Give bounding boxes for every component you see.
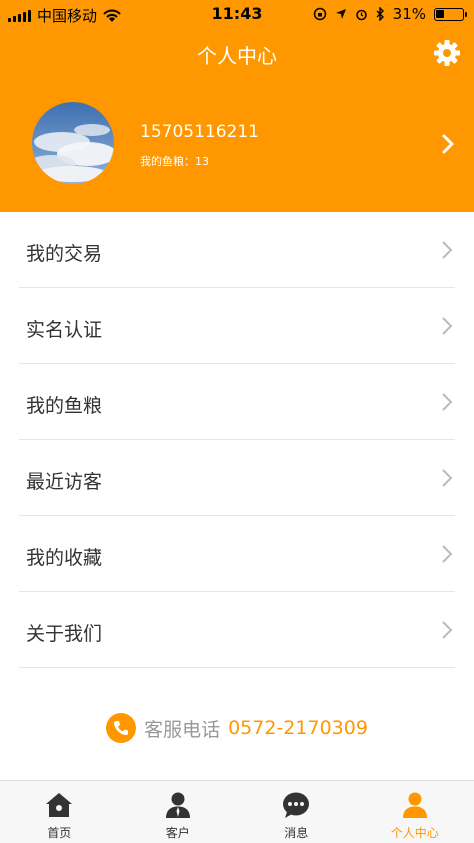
tab-label: 消息 [284,826,309,840]
menu-item-fish-food[interactable]: 我的鱼粮 [19,364,455,440]
alarm-icon [355,9,367,20]
tab-customers[interactable]: 客户 [119,781,238,843]
phone-icon [106,713,137,743]
status-bar: 中国移动 11:43 31% [0,0,474,28]
menu-item-favorites[interactable]: 我的收藏 [19,516,455,592]
chevron-right-icon [442,469,453,487]
profile-header[interactable]: 15705116211 我的鱼粮：13 [0,78,474,212]
message-icon [283,792,310,818]
location-icon [335,9,346,19]
avatar[interactable] [32,102,114,184]
fish-food-count: 我的鱼粮：13 [140,155,209,168]
home-icon [46,793,73,817]
menu-item-about[interactable]: 关于我们 [19,592,455,668]
tab-label: 个人中心 [390,826,439,840]
menu-item-label: 我的鱼粮 [26,395,103,417]
tab-home[interactable]: 首页 [0,781,119,843]
profile-icon [402,792,427,818]
menu-list: 我的交易 实名认证 我的鱼粮 最近访客 我的收藏 关于我们 [0,212,474,668]
menu-item-visitors[interactable]: 最近访客 [19,440,455,516]
menu-item-label: 我的交易 [26,243,103,265]
menu-item-label: 实名认证 [26,319,103,341]
page-title: 个人中心 [197,44,277,68]
chevron-right-icon[interactable] [440,132,456,156]
chevron-right-icon [442,317,453,335]
gear-icon[interactable] [432,38,462,68]
tab-messages[interactable]: 消息 [237,781,356,843]
service-number[interactable]: 0572-2170309 [228,717,368,739]
nav-bar: 个人中心 [0,28,474,78]
chevron-right-icon [442,241,453,259]
menu-item-transactions[interactable]: 我的交易 [19,212,455,288]
menu-item-label: 最近访客 [26,471,103,493]
customer-icon [165,792,190,818]
chevron-right-icon [442,621,453,639]
tab-label: 客户 [165,826,190,840]
rotation-lock-icon [313,7,326,21]
bluetooth-icon [376,7,384,21]
service-label: 客服电话 [144,718,221,741]
battery-percent: 31% [392,5,426,23]
customer-service[interactable]: 客服电话 0572-2170309 [0,710,474,746]
menu-item-label: 关于我们 [26,623,103,645]
menu-item-verification[interactable]: 实名认证 [19,288,455,364]
tab-label: 首页 [47,826,72,840]
tab-profile[interactable]: 个人中心 [356,781,474,843]
chevron-right-icon [442,545,453,563]
phone-number: 15705116211 [140,122,259,142]
menu-item-label: 我的收藏 [26,547,103,569]
tab-bar: 首页 客户 消息 个人中心 [0,780,474,843]
status-right: 31% [313,5,467,23]
battery-icon [434,7,467,21]
chevron-right-icon [442,393,453,411]
